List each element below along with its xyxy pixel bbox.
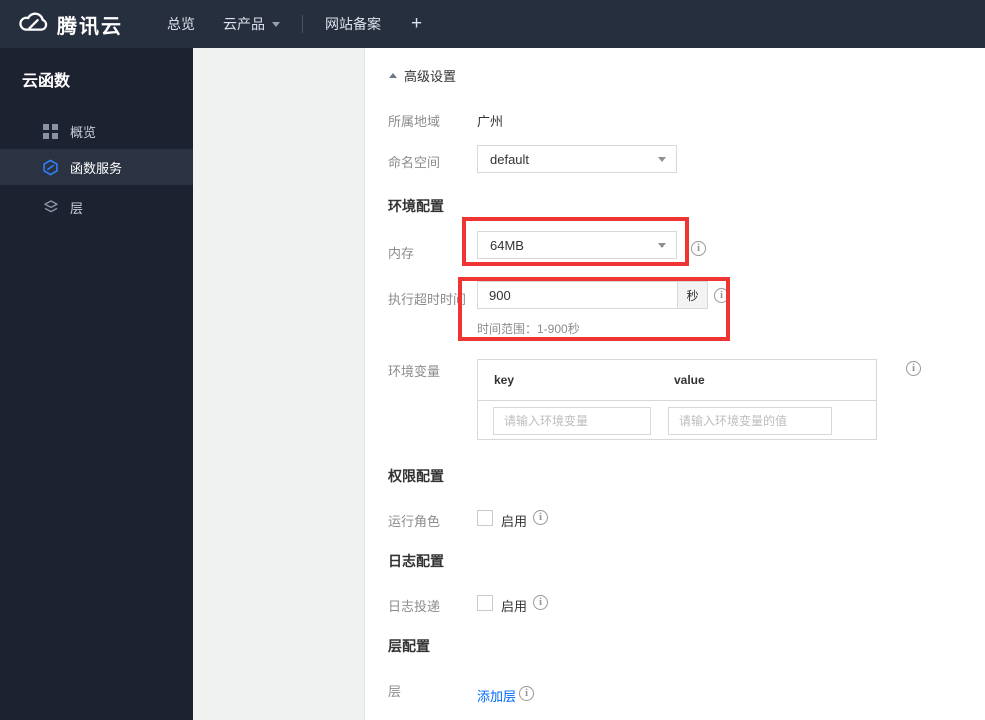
env-key-input[interactable] <box>493 407 651 435</box>
layers-icon <box>42 199 59 216</box>
nav-item-icp-filing-label: 网站备案 <box>325 16 381 32</box>
secondary-panel <box>193 48 365 720</box>
tencent-cloud-logo[interactable]: 腾讯云 <box>18 10 123 39</box>
run-role-info-icon[interactable] <box>533 510 548 525</box>
timeout-unit-addon: 秒 <box>678 281 708 309</box>
env-key-header: key <box>494 373 515 387</box>
run-role-enable-label: 启用 <box>501 514 528 529</box>
namespace-select[interactable]: default <box>477 145 677 173</box>
sidebar-item-label: 概览 <box>70 124 97 140</box>
left-sidebar: 云函数 概览 函数服务 层 <box>0 48 193 720</box>
env-value-header: value <box>674 373 705 387</box>
log-delivery-enable-checkbox[interactable] <box>477 595 493 611</box>
sidebar-item-function-service[interactable]: 函数服务 <box>0 149 193 185</box>
env-vars-table: key value <box>477 359 877 440</box>
chevron-down-icon <box>658 242 666 248</box>
log-delivery-label: 日志投递 <box>388 599 441 614</box>
add-tab-button[interactable]: + <box>395 0 438 48</box>
nav-item-cloud-products[interactable]: 云产品 <box>209 0 294 48</box>
table-divider <box>478 400 876 401</box>
nav-item-overview[interactable]: 总览 <box>153 0 209 48</box>
memory-info-icon[interactable] <box>691 241 706 256</box>
sidebar-title: 云函数 <box>22 73 71 90</box>
top-navigation-bar: 腾讯云 总览 云产品 网站备案 + <box>0 0 985 48</box>
env-value-input[interactable] <box>668 407 832 435</box>
run-role-enable-checkbox[interactable] <box>477 510 493 526</box>
add-layer-link[interactable]: 添加层 <box>477 686 516 705</box>
brand-name: 腾讯云 <box>57 15 123 38</box>
region-value: 广州 <box>477 114 504 129</box>
env-vars-label: 环境变量 <box>388 364 441 379</box>
log-delivery-info-icon[interactable] <box>533 595 548 610</box>
overview-grid-icon <box>42 123 59 140</box>
memory-select[interactable]: 64MB <box>477 231 677 259</box>
run-role-label: 运行角色 <box>388 514 441 529</box>
nav-item-overview-label: 总览 <box>167 16 195 32</box>
timeout-info-icon[interactable] <box>714 288 729 303</box>
nav-divider <box>302 15 303 33</box>
namespace-selected-value: default <box>490 151 530 167</box>
advanced-settings-label: 高级设置 <box>404 69 457 84</box>
memory-selected-value: 64MB <box>490 237 524 253</box>
sidebar-item-label: 函数服务 <box>70 160 123 176</box>
plus-icon: + <box>411 13 423 34</box>
namespace-label: 命名空间 <box>388 155 441 170</box>
log-delivery-enable-label: 启用 <box>501 599 528 614</box>
log-config-heading: 日志配置 <box>388 553 444 569</box>
chevron-down-icon <box>658 156 666 162</box>
timeout-label: 执行超时时间 <box>388 292 467 307</box>
chevron-down-icon <box>272 21 280 27</box>
sidebar-item-layers[interactable]: 层 <box>0 189 193 225</box>
timeout-hint: 时间范围：1-900秒 <box>477 322 580 336</box>
sidebar-item-overview[interactable]: 概览 <box>0 113 193 149</box>
scf-hexagon-icon <box>42 159 59 176</box>
nav-item-icp-filing[interactable]: 网站备案 <box>311 0 395 48</box>
cloud-logo-icon <box>18 11 48 38</box>
sidebar-item-label: 层 <box>70 200 84 216</box>
tencent-cloud-console: 腾讯云 总览 云产品 网站备案 + 云函数 概览 函数服务 层 高级设置 所属地… <box>0 0 985 720</box>
nav-item-cloud-products-label: 云产品 <box>223 16 265 32</box>
perm-config-heading: 权限配置 <box>388 468 444 484</box>
memory-label: 内存 <box>388 246 415 261</box>
env-config-heading: 环境配置 <box>388 198 444 214</box>
add-layer-info-icon[interactable] <box>519 686 534 701</box>
top-nav-menu: 总览 云产品 网站备案 + <box>153 0 438 48</box>
env-vars-info-icon[interactable] <box>906 361 921 376</box>
layer-config-heading: 层配置 <box>388 638 430 654</box>
region-label: 所属地域 <box>388 114 441 129</box>
advanced-settings-toggle[interactable]: 高级设置 <box>389 66 456 85</box>
collapse-arrow-icon <box>389 73 397 78</box>
layer-label: 层 <box>388 684 402 699</box>
timeout-unit-label: 秒 <box>686 288 699 303</box>
timeout-input[interactable] <box>477 281 678 309</box>
